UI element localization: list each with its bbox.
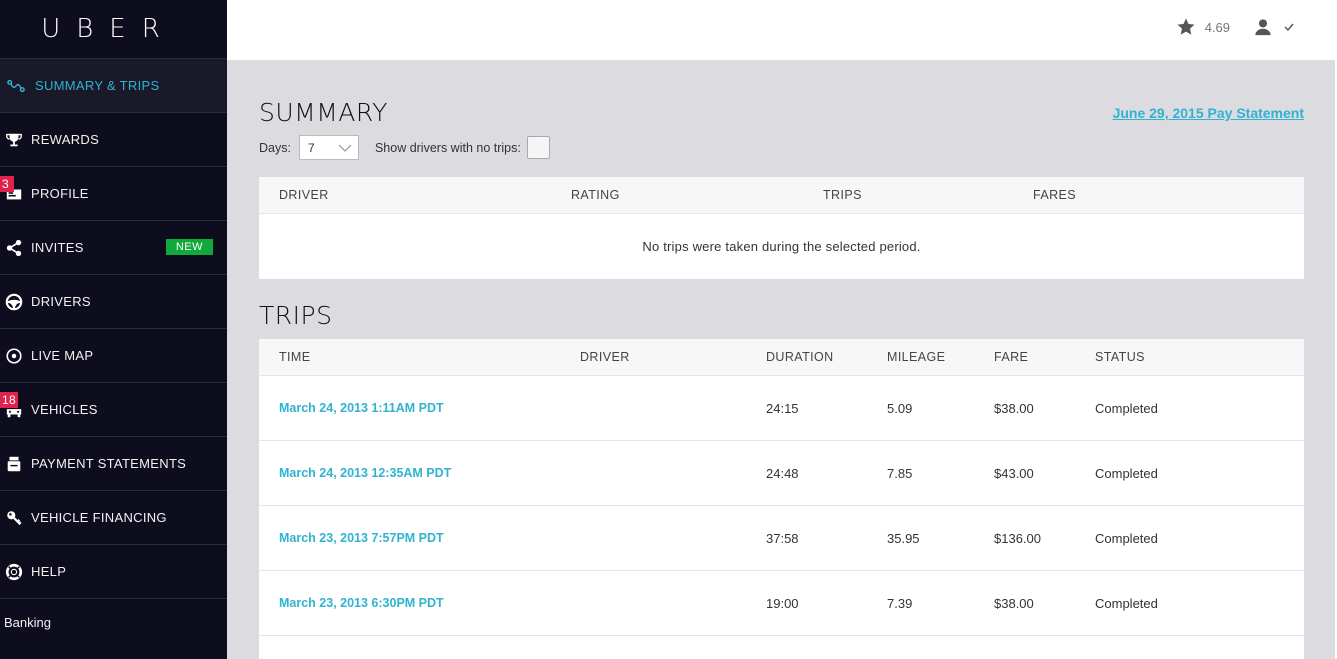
trip-status: Completed <box>1095 401 1158 416</box>
steering-wheel-icon <box>4 292 24 312</box>
col-mileage[interactable]: MILEAGE <box>887 350 945 364</box>
vehicles-badge: 18 <box>0 392 18 408</box>
trip-status: Completed <box>1095 466 1158 481</box>
trips-table: TIME DRIVER DURATION MILEAGE FARE STATUS… <box>259 339 1304 659</box>
col-duration[interactable]: DURATION <box>766 350 834 364</box>
trip-fare: $38.00 <box>994 596 1034 611</box>
days-label: Days: <box>259 140 291 155</box>
col-status[interactable]: STATUS <box>1095 350 1145 364</box>
summary-filters: Days: 7 Show drivers with no trips: <box>259 135 550 160</box>
user-icon[interactable] <box>1254 18 1272 36</box>
col-driver[interactable]: DRIVER <box>580 350 630 364</box>
sidebar-item-drivers[interactable]: DRIVERS <box>0 275 227 329</box>
chevron-down-icon <box>338 144 352 152</box>
days-select[interactable]: 7 <box>298 135 359 160</box>
trip-duration: 24:48 <box>766 466 799 481</box>
sidebar-item-label: SUMMARY & TRIPS <box>35 78 160 93</box>
sidebar-item-live-map[interactable]: LIVE MAP <box>0 329 227 383</box>
trophy-icon <box>4 130 24 150</box>
key-icon <box>4 508 24 528</box>
trip-fare: $136.00 <box>994 531 1041 546</box>
trip-time-link[interactable]: March 24, 2013 1:11AM PDT <box>279 401 444 415</box>
sidebar-item-label: PROFILE <box>31 186 89 201</box>
sidebar-item-label: DRIVERS <box>31 294 91 309</box>
sidebar-item-vehicles[interactable]: 18 VEHICLES <box>0 383 227 437</box>
trip-mileage: 5.09 <box>887 401 913 416</box>
show-no-trips-checkbox[interactable] <box>526 136 550 159</box>
uber-logo[interactable]: UBER <box>0 0 227 59</box>
summary-table-header: DRIVER RATING TRIPS FARES <box>259 177 1304 214</box>
statement-icon <box>4 454 24 474</box>
sidebar-item-label: REWARDS <box>31 132 100 147</box>
trip-status: Completed <box>1095 531 1158 546</box>
lifebuoy-icon <box>4 562 24 582</box>
sidebar: UBER SUMMARY & TRIPS REWARDS 3 PROFILE I… <box>0 0 227 659</box>
trip-duration: 19:00 <box>766 596 799 611</box>
trips-icon <box>6 76 26 96</box>
sidebar-item-profile[interactable]: 3 PROFILE <box>0 167 227 221</box>
table-row[interactable]: March 23, 2013 7:57PM PDT 37:58 35.95 $1… <box>259 506 1304 571</box>
sidebar-item-invites[interactable]: INVITES NEW <box>0 221 227 275</box>
trip-duration: 37:58 <box>766 531 799 546</box>
pay-statement-link[interactable]: June 29, 2015 Pay Statement <box>1113 105 1304 121</box>
col-fares[interactable]: FARES <box>1033 188 1076 202</box>
trip-time-link[interactable]: March 23, 2013 7:57PM PDT <box>279 531 444 545</box>
col-rating[interactable]: RATING <box>571 188 620 202</box>
trip-mileage: 7.39 <box>887 596 913 611</box>
account-area: 4.69 <box>1176 17 1295 37</box>
trip-fare: $38.00 <box>994 401 1034 416</box>
target-icon <box>4 346 24 366</box>
trip-status: Completed <box>1095 596 1158 611</box>
summary-title: SUMMARY <box>259 98 388 127</box>
check-icon[interactable] <box>1283 21 1295 33</box>
sidebar-item-vehicle-financing[interactable]: VEHICLE FINANCING <box>0 491 227 545</box>
trips-table-header: TIME DRIVER DURATION MILEAGE FARE STATUS <box>259 339 1304 376</box>
star-icon <box>1177 18 1195 35</box>
trip-mileage: 7.85 <box>887 466 913 481</box>
sidebar-item-label: VEHICLE FINANCING <box>31 510 167 525</box>
table-row[interactable]: March 24, 2013 1:11AM PDT 24:15 5.09 $38… <box>259 376 1304 441</box>
sidebar-item-label: PAYMENT STATEMENTS <box>31 456 187 471</box>
sidebar-item-label: VEHICLES <box>31 402 98 417</box>
col-driver[interactable]: DRIVER <box>279 188 329 202</box>
driver-rating: 4.69 <box>1204 19 1230 35</box>
profile-badge: 3 <box>0 176 14 192</box>
sidebar-item-label: HELP <box>31 564 67 579</box>
trips-title: TRIPS <box>259 301 333 330</box>
sidebar-item-payment-statements[interactable]: PAYMENT STATEMENTS <box>0 437 227 491</box>
sidebar-item-help[interactable]: HELP <box>0 545 227 599</box>
col-time[interactable]: TIME <box>279 350 310 364</box>
sidebar-item-banking[interactable]: Banking <box>0 599 227 645</box>
empty-message: No trips were taken during the selected … <box>642 238 921 254</box>
trip-fare: $43.00 <box>994 466 1034 481</box>
sidebar-item-label: INVITES <box>31 240 84 255</box>
col-trips[interactable]: TRIPS <box>823 188 862 202</box>
sidebar-item-rewards[interactable]: REWARDS <box>0 113 227 167</box>
trip-time-link[interactable]: March 24, 2013 12:35AM PDT <box>279 466 451 480</box>
sidebar-item-summary-trips[interactable]: SUMMARY & TRIPS <box>0 59 227 113</box>
trip-duration: 24:15 <box>766 401 799 416</box>
trip-mileage: 35.95 <box>887 531 920 546</box>
days-value: 7 <box>307 140 315 155</box>
col-fare[interactable]: FARE <box>994 350 1028 364</box>
trip-time-link[interactable]: March 23, 2013 6:30PM PDT <box>279 596 444 610</box>
summary-table: DRIVER RATING TRIPS FARES No trips were … <box>259 177 1304 279</box>
new-badge: NEW <box>165 239 213 255</box>
top-bar: 4.69 <box>227 0 1337 60</box>
table-row[interactable]: March 23, 2013 6:30PM PDT 19:00 7.39 $38… <box>259 571 1304 636</box>
show-no-trips-label: Show drivers with no trips: <box>374 140 521 155</box>
table-row[interactable]: March 24, 2013 12:35AM PDT 24:48 7.85 $4… <box>259 441 1304 506</box>
share-icon <box>4 238 24 258</box>
sidebar-item-label: LIVE MAP <box>31 348 94 363</box>
